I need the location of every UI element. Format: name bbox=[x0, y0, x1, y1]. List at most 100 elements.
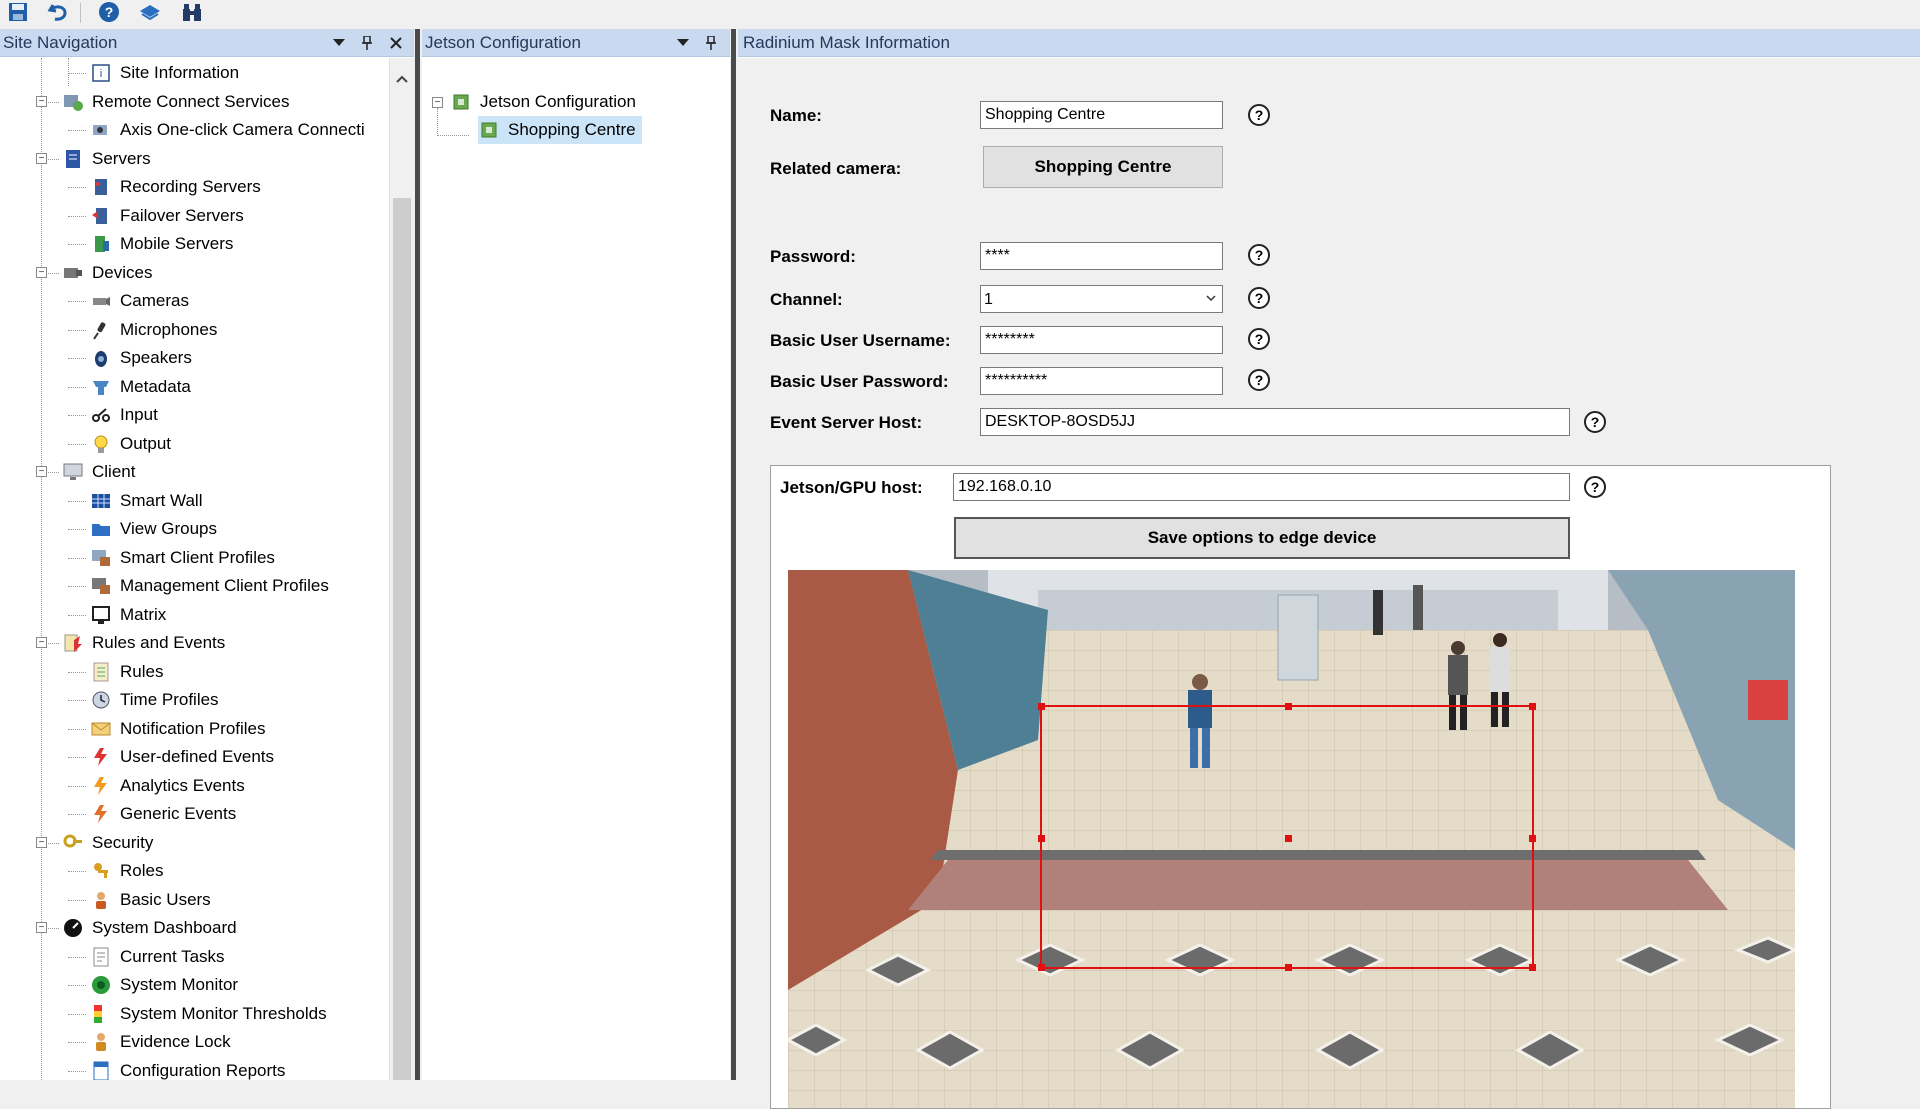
help-icon[interactable]: ? bbox=[1248, 369, 1270, 391]
binoculars-icon[interactable] bbox=[180, 0, 204, 24]
collapse-toggle[interactable]: − bbox=[36, 266, 47, 278]
collapse-toggle[interactable]: − bbox=[36, 152, 47, 164]
tree-item-label: Jetson Configuration bbox=[480, 92, 636, 111]
sidebar-item[interactable]: Cameras bbox=[90, 287, 189, 315]
scroll-thumb[interactable] bbox=[393, 198, 411, 1080]
sidebar-item[interactable]: Metadata bbox=[90, 373, 191, 401]
sidebar-item[interactable]: Evidence Lock bbox=[90, 1028, 231, 1056]
password-input[interactable] bbox=[980, 242, 1223, 270]
scroll-up-icon[interactable] bbox=[396, 68, 408, 88]
sidebar-item[interactable]: Generic Events bbox=[90, 800, 236, 828]
basic-user-username-input[interactable] bbox=[980, 326, 1223, 354]
sidebar-item[interactable]: Rules bbox=[90, 658, 163, 686]
collapse-toggle[interactable]: − bbox=[36, 637, 47, 648]
sidebar-item[interactable]: Devices bbox=[62, 259, 152, 287]
sidebar-item[interactable]: Configuration Reports bbox=[90, 1057, 285, 1080]
pane-menu-icon[interactable] bbox=[674, 34, 692, 52]
sidebar-item[interactable]: Basic Users bbox=[90, 886, 211, 914]
sidebar-item[interactable]: System Monitor bbox=[90, 971, 238, 999]
move-handle[interactable] bbox=[1285, 835, 1292, 842]
resize-handle[interactable] bbox=[1038, 964, 1045, 971]
pin-icon[interactable] bbox=[702, 34, 720, 52]
help-icon[interactable]: ? bbox=[1248, 244, 1270, 266]
sidebar-item[interactable]: Mobile Servers bbox=[90, 230, 233, 258]
sidebar-item[interactable]: Roles bbox=[90, 857, 163, 885]
collapse-toggle[interactable]: − bbox=[36, 922, 47, 933]
close-icon[interactable] bbox=[387, 34, 405, 52]
failover-server-icon bbox=[90, 205, 112, 227]
help-icon[interactable]: ? bbox=[1248, 328, 1270, 350]
sidebar-item[interactable]: Microphones bbox=[90, 316, 217, 344]
resize-handle[interactable] bbox=[1038, 703, 1045, 710]
sidebar-item[interactable]: Management Client Profiles bbox=[90, 572, 329, 600]
collapse-toggle[interactable]: − bbox=[36, 466, 47, 477]
mask-region[interactable] bbox=[1038, 703, 1536, 971]
site-navigation-title: Site Navigation bbox=[3, 32, 118, 52]
basic-user-password-input[interactable] bbox=[980, 367, 1223, 395]
resize-handle[interactable] bbox=[1285, 964, 1292, 971]
sidebar-item[interactable]: Output bbox=[90, 430, 171, 458]
sidebar-item[interactable]: System Dashboard bbox=[62, 914, 237, 942]
sidebar-item[interactable]: Smart Wall bbox=[90, 487, 203, 515]
sidebar-item[interactable]: Smart Client Profiles bbox=[90, 544, 275, 572]
devices-icon bbox=[62, 262, 84, 284]
name-input[interactable] bbox=[980, 101, 1223, 129]
sidebar-item[interactable]: Security bbox=[62, 829, 153, 857]
tree-item-jetson-configuration[interactable]: Jetson Configuration bbox=[450, 88, 636, 116]
sidebar-item[interactable]: Servers bbox=[62, 145, 151, 173]
sidebar-item[interactable]: Remote Connect Services bbox=[62, 88, 289, 116]
microphone-icon bbox=[90, 319, 112, 341]
channel-select[interactable]: 1 bbox=[980, 285, 1223, 313]
sidebar-item[interactable]: Time Profiles bbox=[90, 686, 219, 714]
sidebar-item[interactable]: Rules and Events bbox=[62, 629, 225, 657]
sidebar-item[interactable]: Analytics Events bbox=[90, 772, 245, 800]
help-icon[interactable]: ? bbox=[1248, 287, 1270, 309]
resize-handle[interactable] bbox=[1038, 835, 1045, 842]
sidebar-item[interactable]: Matrix bbox=[90, 601, 166, 629]
tree-item-shopping-centre[interactable]: Shopping Centre bbox=[478, 116, 642, 144]
event-server-host-input[interactable] bbox=[980, 408, 1570, 436]
analytics-event-icon bbox=[90, 775, 112, 797]
save-icon[interactable] bbox=[6, 0, 30, 24]
help-icon[interactable]: ? bbox=[97, 0, 121, 24]
sidebar-item[interactable]: Recording Servers bbox=[90, 173, 261, 201]
pane-splitter[interactable] bbox=[731, 29, 736, 1080]
help-icon[interactable]: ? bbox=[1248, 104, 1270, 126]
pin-icon[interactable] bbox=[358, 34, 376, 52]
sidebar-item[interactable]: Input bbox=[90, 401, 158, 429]
sidebar-item[interactable]: i Site Information bbox=[90, 59, 239, 87]
collapse-toggle[interactable]: − bbox=[36, 836, 47, 848]
related-camera-button[interactable]: Shopping Centre bbox=[983, 146, 1223, 188]
resize-handle[interactable] bbox=[1529, 703, 1536, 710]
resize-handle[interactable] bbox=[1285, 703, 1292, 710]
sidebar-item[interactable]: Current Tasks bbox=[90, 943, 225, 971]
sidebar-item[interactable]: System Monitor Thresholds bbox=[90, 1000, 327, 1028]
sidebar-item[interactable]: User-defined Events bbox=[90, 743, 274, 771]
sidebar-item[interactable]: Notification Profiles bbox=[90, 715, 266, 743]
sidebar-item[interactable]: Client bbox=[62, 458, 135, 486]
sidebar-item[interactable]: Failover Servers bbox=[90, 202, 244, 230]
help-icon[interactable]: ? bbox=[1584, 411, 1606, 433]
sidebar-item-label: Smart Client Profiles bbox=[120, 547, 275, 567]
pane-splitter[interactable] bbox=[415, 29, 420, 1080]
jetson-plugin-icon bbox=[450, 91, 472, 113]
time-profile-icon bbox=[90, 689, 112, 711]
channel-dropdown[interactable]: 1 bbox=[981, 286, 1222, 312]
sidebar-item[interactable]: View Groups bbox=[90, 515, 217, 543]
sidebar-item[interactable]: Speakers bbox=[90, 344, 192, 372]
collapse-toggle[interactable]: − bbox=[432, 97, 443, 108]
jetson-host-input[interactable] bbox=[953, 473, 1570, 501]
resize-handle[interactable] bbox=[1529, 964, 1536, 971]
camera-preview[interactable] bbox=[788, 570, 1795, 1108]
pane-menu-icon[interactable] bbox=[330, 34, 348, 52]
resize-handle[interactable] bbox=[1529, 835, 1536, 842]
collapse-toggle[interactable]: − bbox=[36, 95, 47, 107]
site-navigation-scrollbar[interactable] bbox=[389, 58, 414, 1080]
undo-icon[interactable] bbox=[46, 0, 70, 24]
connect-icon[interactable] bbox=[138, 0, 162, 24]
sidebar-item-label: Smart Wall bbox=[120, 490, 203, 510]
mobile-server-icon bbox=[90, 233, 112, 255]
help-icon[interactable]: ? bbox=[1584, 476, 1606, 498]
sidebar-item[interactable]: Axis One-click Camera Connecti bbox=[90, 116, 365, 144]
save-options-button[interactable]: Save options to edge device bbox=[954, 517, 1570, 559]
